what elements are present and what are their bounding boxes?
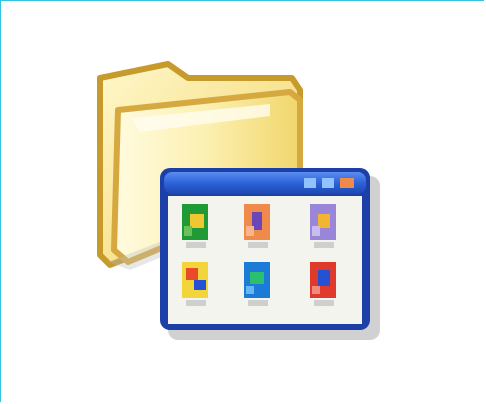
close-icon [340, 178, 354, 188]
maximize-icon [322, 178, 334, 188]
minimize-icon [304, 178, 316, 188]
program-window-icon [160, 168, 380, 340]
folder-window-icon [0, 0, 486, 404]
